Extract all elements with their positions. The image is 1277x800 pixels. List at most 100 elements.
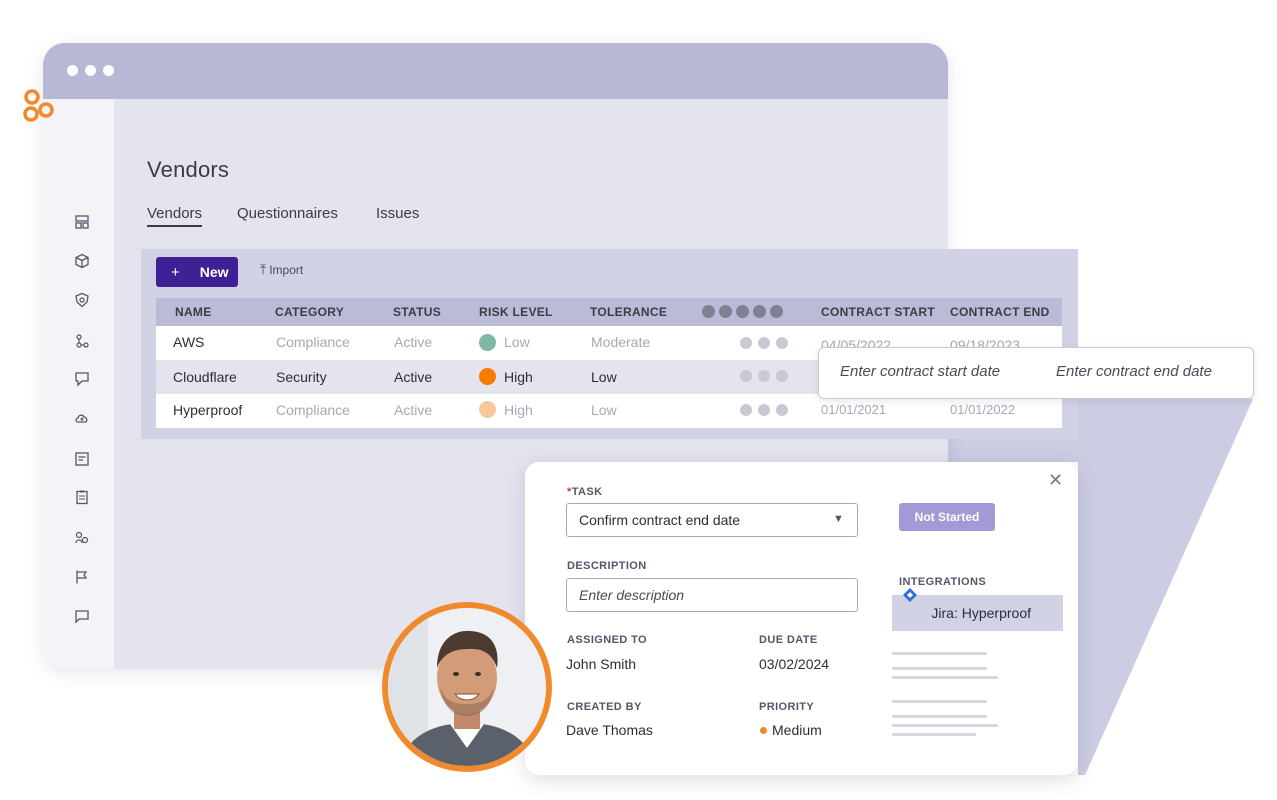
cube-icon[interactable] [74, 253, 90, 269]
vendor-name[interactable]: Cloudflare [173, 369, 237, 385]
task-select-value: Confirm contract end date [579, 512, 741, 528]
column-header-name[interactable]: NAME [175, 305, 212, 319]
column-header-contract-end[interactable]: CONTRACT END [950, 305, 1050, 319]
column-header-status[interactable]: STATUS [393, 305, 441, 319]
task-label: *TASK [567, 486, 602, 498]
placeholder-line [892, 676, 998, 679]
risk-indicator [479, 401, 496, 418]
jira-icon [903, 588, 917, 602]
placeholder-dot [758, 337, 770, 349]
placeholder-dot [740, 337, 752, 349]
vendor-name[interactable]: Hyperproof [173, 402, 242, 418]
import-label: Import [269, 263, 304, 277]
hidden-column-dot [753, 305, 766, 318]
window-dot[interactable] [85, 65, 96, 76]
vendor-status: Active [394, 334, 433, 350]
vendor-tolerance: Moderate [591, 334, 651, 350]
report-icon[interactable] [74, 451, 90, 467]
tab-vendors[interactable]: Vendors [147, 205, 202, 222]
shield-icon[interactable] [74, 292, 90, 308]
clipboard-icon[interactable] [74, 489, 90, 505]
placeholder-dot [758, 404, 770, 416]
column-header-contract-start[interactable]: CONTRACT START [821, 305, 935, 319]
description-placeholder: Enter description [579, 587, 685, 603]
priority-label: PRIORITY [759, 701, 815, 713]
column-header-risk-level[interactable]: RISK LEVEL [479, 305, 553, 319]
cloud-icon[interactable] [74, 410, 90, 426]
new-button-label: New [199, 264, 229, 280]
vendor-risk: High [504, 369, 533, 385]
vendor-name[interactable]: AWS [173, 334, 204, 350]
dropdown-arrow-icon: ▼ [833, 513, 844, 525]
placeholder-dot [740, 404, 752, 416]
vendor-status: Active [394, 402, 433, 418]
placeholder-dot [776, 370, 788, 382]
placeholder-line [892, 733, 976, 736]
close-icon[interactable]: ✕ [1048, 470, 1063, 491]
chat-icon[interactable] [74, 608, 90, 624]
flag-icon[interactable] [74, 569, 90, 585]
vendor-risk: Low [504, 334, 530, 350]
workflow-icon[interactable] [74, 333, 90, 349]
vendor-tolerance: Low [591, 369, 617, 385]
hidden-column-dot [736, 305, 749, 318]
placeholder-dot [776, 337, 788, 349]
avatar[interactable] [382, 602, 552, 772]
priority-dot [760, 727, 767, 734]
placeholder-dot [758, 370, 770, 382]
placeholder-line [892, 700, 987, 703]
placeholder-line [892, 652, 987, 655]
vendor-category: Compliance [276, 402, 350, 418]
description-label: DESCRIPTION [567, 560, 647, 572]
vendor-category: Compliance [276, 334, 350, 350]
placeholder-dot [776, 404, 788, 416]
title-bar [43, 43, 948, 99]
tab-issues[interactable]: Issues [376, 205, 419, 222]
column-header-tolerance[interactable]: TOLERANCE [590, 305, 667, 319]
created-by-label: CREATED BY [567, 701, 642, 713]
task-select[interactable]: Confirm contract end date ▼ [566, 503, 858, 537]
risk-indicator [479, 334, 496, 351]
upload-icon: ⤒ [260, 261, 267, 277]
people-icon[interactable] [74, 530, 90, 546]
placeholder-line [892, 667, 987, 670]
import-button[interactable]: ⤒ Import [260, 261, 303, 278]
hidden-column-dot [702, 305, 715, 318]
vendor-status: Active [394, 369, 433, 385]
jira-integration[interactable]: Jira: Hyperproof [892, 595, 1063, 631]
created-by-value: Dave Thomas [566, 722, 653, 738]
priority-value[interactable]: Medium [772, 722, 822, 738]
integrations-label: INTEGRATIONS [899, 576, 987, 588]
plus-icon: + [171, 263, 180, 281]
window-dot[interactable] [103, 65, 114, 76]
new-vendor-button[interactable]: + New [156, 257, 238, 287]
vendor-category: Security [276, 369, 327, 385]
contract-start-input[interactable]: Enter contract start date [840, 363, 1000, 380]
placeholder-line [892, 724, 998, 727]
jira-integration-label: Jira: Hyperproof [931, 605, 1031, 621]
dashboard-icon[interactable] [74, 214, 90, 230]
contract-end: 01/01/2022 [950, 402, 1016, 417]
logo-icon[interactable] [22, 88, 54, 124]
placeholder-line [892, 715, 987, 718]
vendor-risk: High [504, 402, 533, 418]
contract-start: 01/01/2021 [821, 402, 887, 417]
status-badge[interactable]: Not Started [899, 503, 995, 531]
tab-questionnaires[interactable]: Questionnaires [237, 205, 338, 222]
due-date-label: DUE DATE [759, 634, 818, 646]
column-header-category[interactable]: CATEGORY [275, 305, 344, 319]
page-title: Vendors [147, 157, 230, 182]
placeholder-dot [740, 370, 752, 382]
contract-date-tooltip: Enter contract start date Enter contract… [818, 347, 1254, 399]
contract-end-input[interactable]: Enter contract end date [1056, 363, 1212, 380]
description-input[interactable]: Enter description [566, 578, 858, 612]
due-date-value[interactable]: 03/02/2024 [759, 656, 829, 672]
hidden-column-dot [770, 305, 783, 318]
vendor-tolerance: Low [591, 402, 617, 418]
task-label-text: TASK [571, 486, 603, 498]
active-tab-indicator [147, 225, 202, 227]
comment-icon[interactable] [74, 371, 90, 387]
assigned-label: ASSIGNED TO [567, 634, 647, 646]
assigned-value[interactable]: John Smith [566, 656, 636, 672]
window-dot[interactable] [67, 65, 78, 76]
